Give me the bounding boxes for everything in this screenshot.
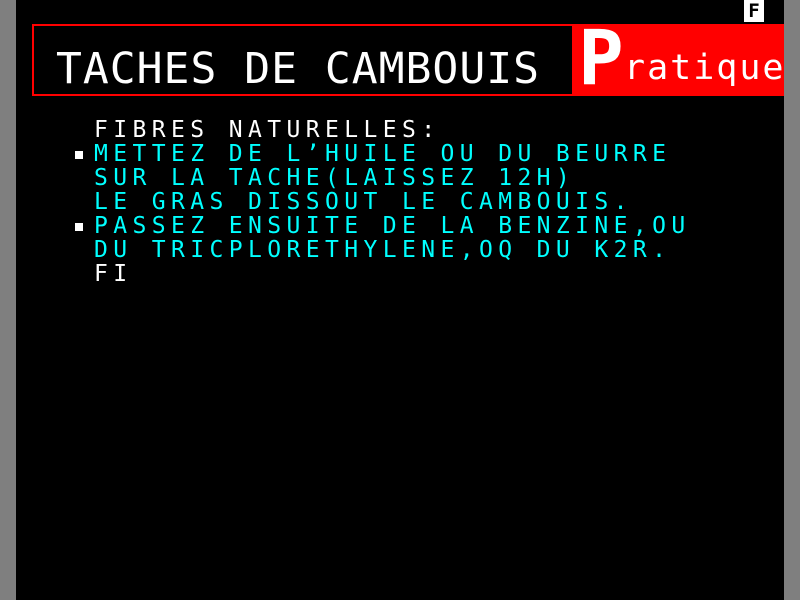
status-indicator: F	[744, 0, 764, 22]
brand-logo: P ratique	[572, 24, 784, 96]
article-body: FIBRES NATURELLES: METTEZ DE L’HUILE OU …	[16, 118, 784, 286]
teletext-screen: F TACHES DE CAMBOUIS P ratique FIBRES NA…	[16, 0, 784, 600]
page-title: TACHES DE CAMBOUIS	[56, 44, 540, 94]
list-item: METTEZ DE L’HUILE OU DU BEURRE	[16, 142, 784, 166]
end-marker: FI	[94, 261, 133, 287]
list-item-continuation: DU TRICPLORETHYLENE,OQ DU K2R.	[16, 238, 784, 262]
list-item-continuation: SUR LA TACHE(LAISSEZ 12H)	[16, 166, 784, 190]
bullet-icon	[75, 223, 83, 231]
instruction-line: DU TRICPLORETHYLENE,OQ DU K2R.	[94, 237, 672, 263]
brand-logo-initial: P	[578, 24, 624, 96]
brand-logo-text: ratique	[624, 48, 784, 88]
instruction-line: SUR LA TACHE(LAISSEZ 12H)	[94, 165, 576, 191]
list-item-continuation: LE GRAS DISSOUT LE CAMBOUIS.	[16, 190, 784, 214]
section-heading-text: FIBRES NATURELLES:	[94, 117, 441, 143]
section-heading: FIBRES NATURELLES:	[16, 118, 784, 142]
instruction-line: METTEZ DE L’HUILE OU DU BEURRE	[94, 141, 672, 167]
instruction-line: PASSEZ ENSUITE DE LA BENZINE,OU	[94, 213, 691, 239]
instruction-line: LE GRAS DISSOUT LE CAMBOUIS.	[94, 189, 633, 215]
bullet-icon	[75, 151, 83, 159]
list-item: PASSEZ ENSUITE DE LA BENZINE,OU	[16, 214, 784, 238]
page-footer-text: FI	[16, 262, 784, 286]
